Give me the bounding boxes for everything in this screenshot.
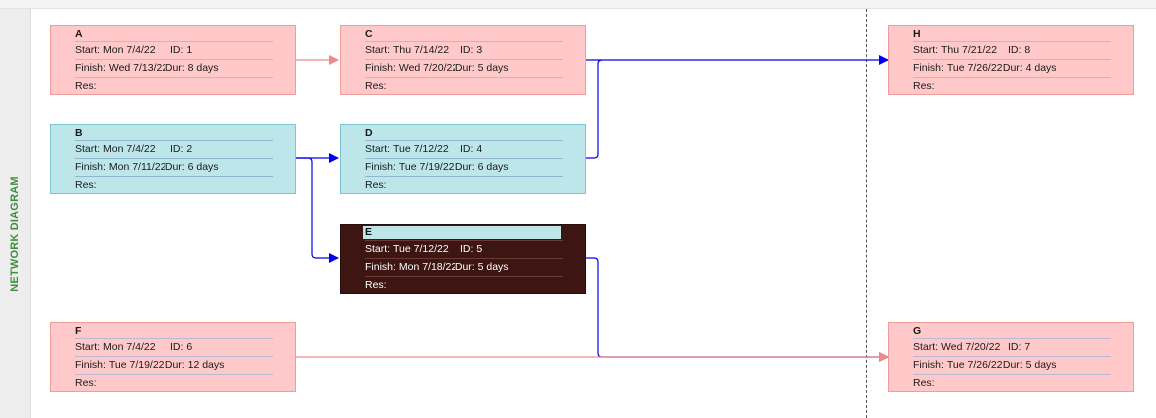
task-node-f[interactable]: F Start: Mon 7/4/22 ID: 6 Finish: Tue 7/1… [50,322,296,392]
start-row: Start: Thu 7/14/22 ID: 3 [365,41,563,59]
task-node-a[interactable]: A Start: Mon 7/4/22 ID: 1 Finish: Wed 7/1… [50,25,296,95]
start-row: Start: Wed 7/20/22 ID: 7 [913,338,1111,356]
link-d-h [586,59,603,159]
start-row: Start: Mon 7/4/22 ID: 2 [75,140,273,158]
task-name: A [75,28,83,40]
res-row: Res: [913,374,1111,392]
link-e-g [586,257,889,362]
finish-row: Finish: Tue 7/19/22Dur: 6 days [365,158,563,176]
task-name[interactable]: E [363,226,561,239]
res-row: Res: [365,276,563,294]
start-row: Start: Mon 7/4/22 ID: 1 [75,41,273,59]
start-row: Start: Thu 7/21/22 ID: 8 [913,41,1111,59]
task-name: G [913,325,922,337]
start-row: Start: Tue 7/12/22 ID: 4 [365,140,563,158]
finish-row: Finish: Tue 7/26/22Dur: 4 days [913,59,1111,77]
finish-row: Finish: Tue 7/19/22Dur: 12 days [75,356,273,374]
task-name: H [913,28,921,40]
res-row: Res: [913,77,1111,95]
start-row: Start: Tue 7/12/22 ID: 5 [365,240,563,258]
res-row: Res: [75,374,273,392]
task-name: C [365,28,373,40]
task-node-g[interactable]: G Start: Wed 7/20/22 ID: 7 Finish: Tue 7/… [888,322,1134,392]
res-row: Res: [365,176,563,194]
finish-row: Finish: Wed 7/13/22Dur: 8 days [75,59,273,77]
finish-row: Finish: Mon 7/18/22Dur: 5 days [365,258,563,276]
link-b-e [296,157,339,263]
finish-row: Finish: Tue 7/26/22Dur: 5 days [913,356,1111,374]
res-row: Res: [75,176,273,194]
res-row: Res: [75,77,273,95]
task-node-d[interactable]: D Start: Tue 7/12/22 ID: 4 Finish: Tue 7/… [340,124,586,194]
task-name: D [365,127,373,139]
finish-row: Finish: Mon 7/11/22Dur: 6 days [75,158,273,176]
start-row: Start: Mon 7/4/22 ID: 6 [75,338,273,356]
task-node-c[interactable]: C Start: Thu 7/14/22 ID: 3 Finish: Wed 7/… [340,25,586,95]
task-name: B [75,127,83,139]
finish-row: Finish: Wed 7/20/22Dur: 5 days [365,59,563,77]
task-node-h[interactable]: H Start: Thu 7/21/22 ID: 8 Finish: Tue 7/… [888,25,1134,95]
res-row: Res: [365,77,563,95]
task-name: F [75,325,82,337]
task-node-e[interactable]: E Start: Tue 7/12/22 ID: 5 Finish: Mon 7/… [340,224,586,294]
task-node-b[interactable]: B Start: Mon 7/4/22 ID: 2 Finish: Mon 7/1… [50,124,296,194]
